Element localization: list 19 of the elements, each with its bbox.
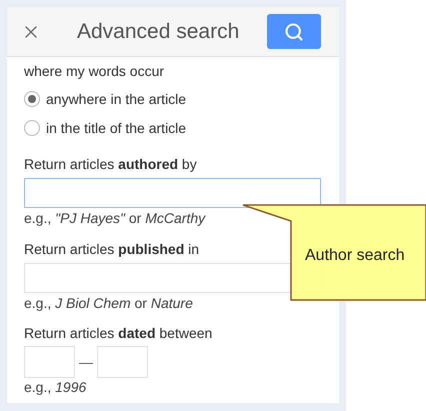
date-field[interactable]: [24, 346, 75, 378]
option-label[interactable]: anywhere in the article: [46, 88, 186, 110]
callout-text: Author search: [305, 246, 405, 266]
range-separator: —: [79, 352, 93, 372]
field-label: Return articles authored by: [24, 155, 197, 173]
search-button[interactable]: [267, 14, 321, 49]
field-label: Return articles published in: [24, 240, 200, 258]
option-label[interactable]: in the title of the article: [46, 118, 186, 138]
section-label: where my words occur: [24, 62, 164, 80]
example-hint: e.g., J Biol Chem or Nature: [24, 295, 193, 312]
example-hint: e.g., 1996: [24, 379, 86, 395]
header-title: Advanced search: [77, 18, 240, 45]
field-label: Return articles dated between: [24, 324, 212, 342]
radio-button[interactable]: [24, 120, 40, 136]
example-hint: e.g., "PJ Hayes" or McCarthy: [24, 210, 206, 227]
text-field[interactable]: [24, 178, 321, 208]
date-field[interactable]: [97, 346, 148, 378]
radio-button[interactable]: [24, 91, 40, 107]
search-icon: [284, 22, 304, 42]
